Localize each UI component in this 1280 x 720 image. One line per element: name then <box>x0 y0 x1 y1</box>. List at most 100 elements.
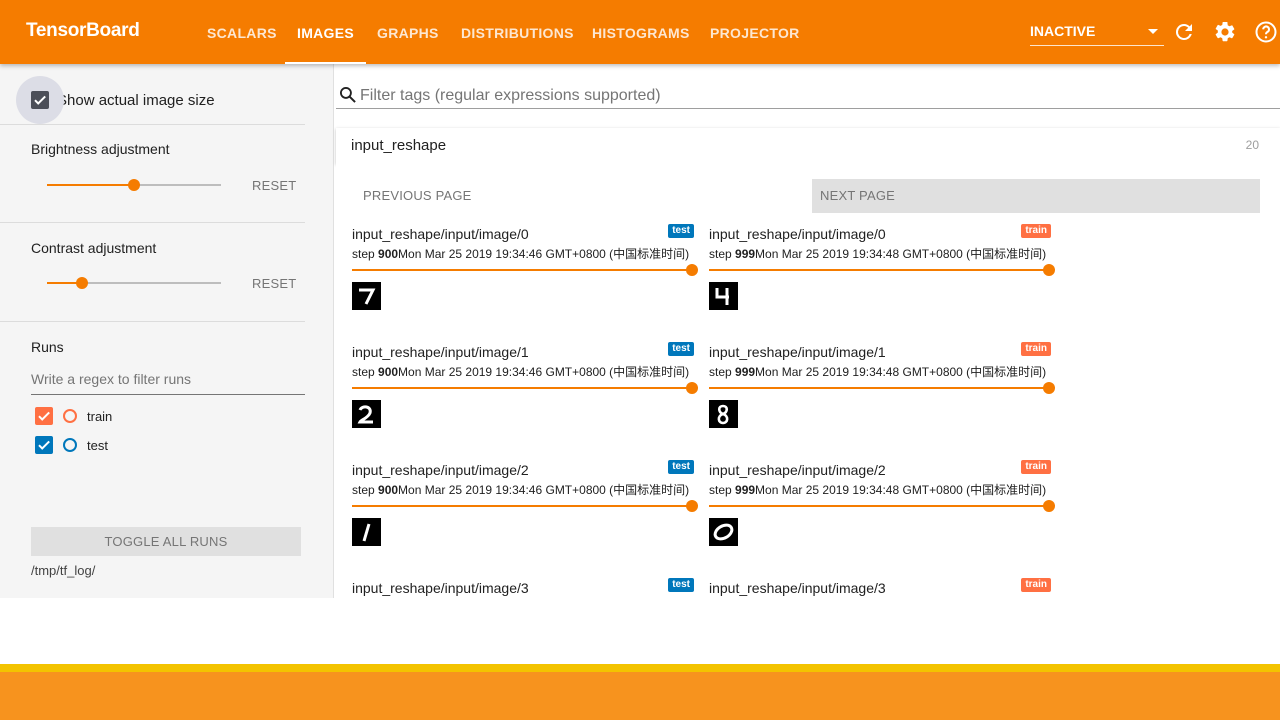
bottom-orange-band <box>0 672 1280 720</box>
refresh-icon[interactable] <box>1172 20 1196 44</box>
step-slider[interactable] <box>352 500 698 512</box>
run-color-radio-test[interactable] <box>63 438 77 452</box>
slider-knob[interactable] <box>75 277 88 289</box>
mnist-digit-image <box>352 282 381 310</box>
checkmark-icon <box>38 440 50 450</box>
contrast-title: Contrast adjustment <box>31 240 157 256</box>
run-badge: train <box>1021 342 1051 356</box>
category-header[interactable]: input_reshape 20 <box>336 128 1280 164</box>
slider-track <box>352 505 692 507</box>
image-step-info: step 900Mon Mar 25 2019 19:34:46 GMT+080… <box>352 481 689 498</box>
mnist-digit-image <box>352 400 381 428</box>
divider <box>0 222 305 223</box>
run-item-test[interactable]: test <box>35 435 108 455</box>
slider-knob[interactable] <box>686 264 698 276</box>
slider-track <box>709 387 1049 389</box>
image-tag: input_reshape/input/image/0 <box>352 226 529 242</box>
run-badge: train <box>1021 460 1051 474</box>
step-label: step <box>709 247 736 261</box>
bottom-yellow-stripe <box>0 664 1280 672</box>
runs-title: Runs <box>31 339 64 355</box>
wall-time: Mon Mar 25 2019 19:34:48 GMT+0800 (中国标准时… <box>755 483 1047 497</box>
toggle-all-runs-button[interactable]: TOGGLE ALL RUNS <box>31 527 301 556</box>
image-step-info: step 999Mon Mar 25 2019 19:34:48 GMT+080… <box>709 245 1046 262</box>
image-card: input_reshape/input/image/3trainstep 999… <box>709 572 1055 598</box>
image-tag: input_reshape/input/image/3 <box>352 580 529 596</box>
step-slider[interactable] <box>352 382 698 394</box>
slider-knob[interactable] <box>686 382 698 394</box>
tab-histograms[interactable]: HISTOGRAMS <box>592 0 690 64</box>
step-value: 900 <box>378 247 399 261</box>
image-step-info: step 999Mon Mar 25 2019 19:34:48 GMT+080… <box>709 363 1046 380</box>
slider-knob[interactable] <box>686 500 698 512</box>
sidebar: Show actual image size Brightness adjust… <box>0 64 334 598</box>
help-icon[interactable] <box>1254 20 1278 44</box>
run-badge: train <box>1021 578 1051 592</box>
step-value: 900 <box>378 365 399 379</box>
actual-size-checkbox[interactable] <box>31 91 49 109</box>
image-card: input_reshape/input/image/2 test step 900M… <box>352 454 698 564</box>
run-checkbox-train[interactable] <box>35 407 53 425</box>
category-content: PREVIOUS PAGE NEXT PAGE input_reshape/in… <box>336 164 1280 598</box>
tab-scalars[interactable]: SCALARS <box>207 0 277 64</box>
run-checkbox-test[interactable] <box>35 436 53 454</box>
slider-fill <box>47 184 134 186</box>
mnist-digit-image <box>352 518 381 546</box>
tab-distributions[interactable]: DISTRIBUTIONS <box>461 0 574 64</box>
mnist-digit-image <box>709 518 738 546</box>
slider-track <box>709 505 1049 507</box>
step-value: 900 <box>378 483 399 497</box>
brightness-slider[interactable] <box>47 179 221 191</box>
step-slider[interactable] <box>709 264 1055 276</box>
tag-filter-input[interactable]: Filter tags (regular expressions support… <box>336 80 1280 109</box>
tab-graphs[interactable]: GRAPHS <box>377 0 439 64</box>
wall-time: Mon Mar 25 2019 19:34:48 GMT+0800 (中国标准时… <box>755 247 1047 261</box>
run-color-radio-train[interactable] <box>63 409 77 423</box>
run-item-train[interactable]: train <box>35 406 112 426</box>
run-badge: test <box>668 460 694 474</box>
wall-time: Mon Mar 25 2019 19:34:48 GMT+0800 (中国标准时… <box>755 365 1047 379</box>
wall-time: Mon Mar 25 2019 19:34:46 GMT+0800 (中国标准时… <box>398 247 690 261</box>
brightness-title: Brightness adjustment <box>31 141 170 157</box>
page-bottom-blank <box>0 598 1280 664</box>
next-page-button[interactable]: NEXT PAGE <box>812 179 1260 213</box>
slider-knob[interactable] <box>1043 264 1055 276</box>
checkmark-icon <box>38 411 50 421</box>
chevron-down-icon <box>1148 29 1158 34</box>
tag-filter-placeholder: Filter tags (regular expressions support… <box>360 87 661 104</box>
mnist-digit-image <box>709 282 738 310</box>
actual-size-option[interactable]: Show actual image size <box>16 76 215 124</box>
wall-time: Mon Mar 25 2019 19:34:46 GMT+0800 (中国标准时… <box>398 483 690 497</box>
slider-knob[interactable] <box>1043 382 1055 394</box>
log-directory: /tmp/tf_log/ <box>31 563 96 578</box>
run-state-value: INACTIVE <box>1030 23 1096 39</box>
run-badge: test <box>668 224 694 238</box>
slider-track <box>709 269 1049 271</box>
image-card: input_reshape/input/image/0 test step 900M… <box>352 218 698 328</box>
step-slider[interactable] <box>709 500 1055 512</box>
image-tag: input_reshape/input/image/2 <box>352 462 529 478</box>
step-slider[interactable] <box>709 382 1055 394</box>
tab-images[interactable]: IMAGES <box>284 0 367 64</box>
run-state-dropdown[interactable]: INACTIVE <box>1030 14 1164 46</box>
tab-projector[interactable]: PROJECTOR <box>710 0 800 64</box>
run-name-test: test <box>87 437 108 453</box>
image-card: input_reshape/input/image/2 train step 999… <box>709 454 1055 564</box>
slider-track <box>352 269 692 271</box>
brightness-reset-button[interactable]: RESET <box>252 178 296 193</box>
step-slider[interactable] <box>352 264 698 276</box>
step-value: 999 <box>735 365 756 379</box>
slider-knob[interactable] <box>1043 500 1055 512</box>
app-brand[interactable]: TensorBoard <box>26 20 140 42</box>
search-icon <box>340 87 356 103</box>
contrast-slider[interactable] <box>47 277 221 289</box>
settings-gear-icon[interactable] <box>1213 20 1237 44</box>
slider-knob[interactable] <box>128 179 140 191</box>
divider <box>0 321 305 322</box>
run-badge: test <box>668 578 694 592</box>
slider-track <box>352 387 692 389</box>
contrast-reset-button[interactable]: RESET <box>252 276 296 291</box>
previous-page-button[interactable]: PREVIOUS PAGE <box>363 179 472 213</box>
runs-filter-input[interactable]: Write a regex to filter runs <box>31 365 305 395</box>
step-label: step <box>352 247 379 261</box>
